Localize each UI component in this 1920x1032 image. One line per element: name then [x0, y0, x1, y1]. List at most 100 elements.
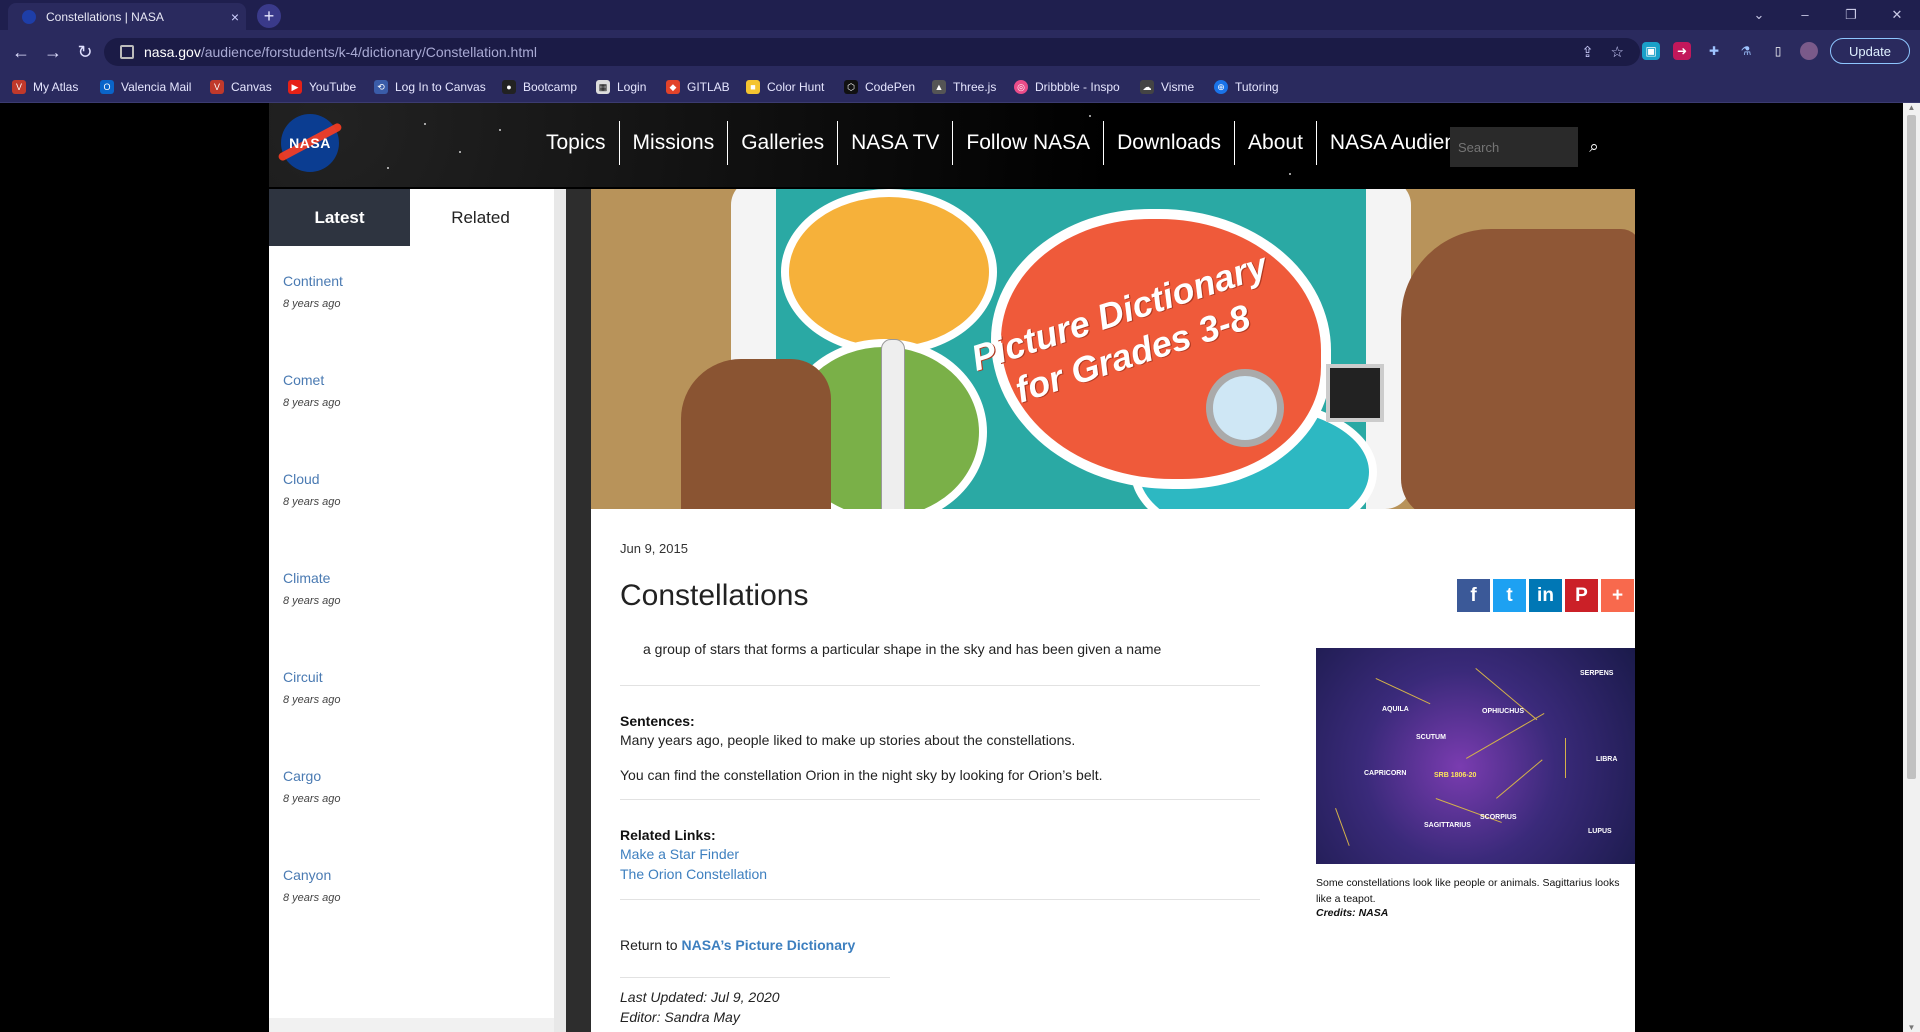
sidebar-scrollbar[interactable] — [554, 189, 566, 1032]
sentences-label: Sentences: — [620, 713, 695, 729]
back-icon[interactable]: ← — [10, 41, 32, 63]
nav-nasa-tv[interactable]: NASA TV — [837, 121, 952, 165]
rocket-icon — [881, 339, 905, 509]
list-item-title[interactable]: Cargo — [283, 768, 540, 784]
nasa-site-header: NASA Topics Missions Galleries NASA TV F… — [269, 103, 1635, 187]
close-tab-icon[interactable]: × — [224, 9, 246, 25]
url-host: nasa.gov — [144, 44, 201, 60]
nav-about[interactable]: About — [1234, 121, 1316, 165]
bookmark-star-icon[interactable]: ☆ — [1611, 44, 1624, 61]
linkedin-icon[interactable]: in — [1529, 579, 1562, 612]
sidebar-horizontal-scrollbar[interactable] — [269, 1018, 554, 1032]
bootcamp-icon: ● — [502, 80, 516, 94]
lock-icon — [120, 45, 134, 59]
bookmark-label: Color Hunt — [767, 80, 825, 94]
bookmark-canvas[interactable]: V Canvas — [210, 80, 272, 94]
page-scrollbar[interactable]: ▲ ▼ — [1903, 103, 1920, 1032]
link-picture-dictionary[interactable]: NASA’s Picture Dictionary — [681, 937, 855, 953]
star-decor — [1289, 173, 1291, 175]
list-item-title[interactable]: Circuit — [283, 669, 540, 685]
side-panel-icon[interactable]: ▯ — [1769, 42, 1787, 60]
update-button[interactable]: Update — [1830, 38, 1910, 64]
facebook-icon[interactable]: f — [1457, 579, 1490, 612]
profile-avatar[interactable] — [1800, 42, 1818, 60]
bookmark-tutoring[interactable]: ⊕ Tutoring — [1214, 80, 1279, 94]
list-item-title[interactable]: Comet — [283, 372, 540, 388]
labs-icon[interactable]: ⚗ — [1737, 42, 1755, 60]
list-item: Comet 8 years ago — [283, 372, 540, 457]
nav-downloads[interactable]: Downloads — [1103, 121, 1234, 165]
link-orion[interactable]: The Orion Constellation — [620, 866, 767, 882]
bookmark-threejs[interactable]: ▲ Three.js — [932, 80, 996, 94]
constellation-label: AQUILA — [1382, 706, 1409, 713]
divider — [620, 799, 1260, 800]
tab-search-icon[interactable]: ⌄ — [1736, 0, 1782, 30]
site-search: ⌕ — [1450, 127, 1610, 167]
microchip-icon — [1326, 364, 1384, 422]
hand-image — [681, 359, 831, 509]
twitter-icon[interactable]: t — [1493, 579, 1526, 612]
share-page-icon[interactable]: ⇪ — [1581, 44, 1594, 61]
bookmark-label: Valencia Mail — [121, 80, 192, 94]
bookmark-dribbble[interactable]: ◎ Dribbble - Inspo — [1014, 80, 1120, 94]
bookmark-bootcamp[interactable]: ● Bootcamp — [502, 80, 577, 94]
bookmark-login[interactable]: ▦ Login — [596, 80, 646, 94]
bookmark-my-atlas[interactable]: V My Atlas — [12, 80, 78, 94]
list-item-title[interactable]: Climate — [283, 570, 540, 586]
constellation-label: SCORPIUS — [1480, 814, 1517, 821]
bookmark-codepen[interactable]: ⬡ CodePen — [844, 80, 915, 94]
nasa-logo[interactable]: NASA — [277, 114, 343, 172]
star-decor — [387, 167, 389, 169]
nav-galleries[interactable]: Galleries — [727, 121, 837, 165]
minimize-icon[interactable]: – — [1782, 0, 1828, 30]
extensions-puzzle-icon[interactable]: ✚ — [1705, 42, 1723, 60]
close-window-icon[interactable]: ✕ — [1874, 0, 1920, 30]
url-path: /audience/forstudents/k-4/dictionary/Con… — [200, 44, 538, 60]
link-star-finder[interactable]: Make a Star Finder — [620, 846, 739, 862]
hero-shape — [781, 189, 997, 355]
restore-icon[interactable]: ❐ — [1828, 0, 1874, 30]
bookmark-label: My Atlas — [33, 80, 79, 94]
nav-missions[interactable]: Missions — [618, 121, 728, 165]
nav-follow-nasa[interactable]: Follow NASA — [952, 121, 1103, 165]
scroll-down-icon[interactable]: ▼ — [1903, 1023, 1920, 1032]
constellation-line — [1565, 738, 1566, 778]
browser-tab-active[interactable]: Constellations | NASA × — [8, 3, 246, 30]
bookmark-gitlab[interactable]: ◆ GITLAB — [666, 80, 730, 94]
list-item-title[interactable]: Continent — [283, 273, 540, 289]
divider — [620, 899, 1260, 900]
share-more-icon[interactable]: + — [1601, 579, 1634, 612]
definition-text: a group of stars that forms a particular… — [643, 641, 1162, 657]
constellation-label: SCUTUM — [1416, 734, 1446, 741]
bookmark-youtube[interactable]: ▶ YouTube — [288, 80, 356, 94]
forward-icon[interactable]: → — [42, 41, 64, 63]
list-item-date: 8 years ago — [283, 496, 341, 508]
tab-latest[interactable]: Latest — [269, 189, 410, 246]
scrollbar-thumb[interactable] — [1907, 115, 1916, 779]
new-tab-button[interactable]: + — [257, 4, 281, 28]
list-item-date: 8 years ago — [283, 694, 341, 706]
address-bar[interactable]: nasa.gov/audience/forstudents/k-4/dictio… — [104, 38, 1640, 66]
constellation-label: CAPRICORN — [1364, 770, 1407, 777]
bookmark-valencia-mail[interactable]: O Valencia Mail — [100, 80, 191, 94]
list-item-title[interactable]: Canyon — [283, 867, 540, 883]
extension-1-icon[interactable]: ▣ — [1642, 42, 1660, 60]
scroll-up-icon[interactable]: ▲ — [1903, 103, 1920, 112]
bookmark-visme[interactable]: ☁ Visme — [1140, 80, 1194, 94]
star-decor — [424, 123, 426, 125]
reload-icon[interactable]: ↻ — [74, 41, 96, 63]
bookmark-color-hunt[interactable]: ■ Color Hunt — [746, 80, 824, 94]
star-decor — [1089, 115, 1091, 117]
search-input[interactable] — [1450, 127, 1584, 167]
constellation-line — [1466, 713, 1545, 759]
related-links-label: Related Links: — [620, 827, 716, 843]
constellation-label: LUPUS — [1588, 828, 1612, 835]
search-icon[interactable]: ⌕ — [1578, 127, 1610, 167]
list-item-title[interactable]: Cloud — [283, 471, 540, 487]
nav-topics[interactable]: Topics — [533, 121, 619, 165]
hero-banner: Picture Dictionary for Grades 3-8 — [591, 189, 1635, 509]
pinterest-icon[interactable]: P — [1565, 579, 1598, 612]
bookmark-log-in-to-canvas[interactable]: ⟲ Log In to Canvas — [374, 80, 486, 94]
extension-2-icon[interactable]: ➜ — [1673, 42, 1691, 60]
tab-related[interactable]: Related — [410, 189, 551, 246]
